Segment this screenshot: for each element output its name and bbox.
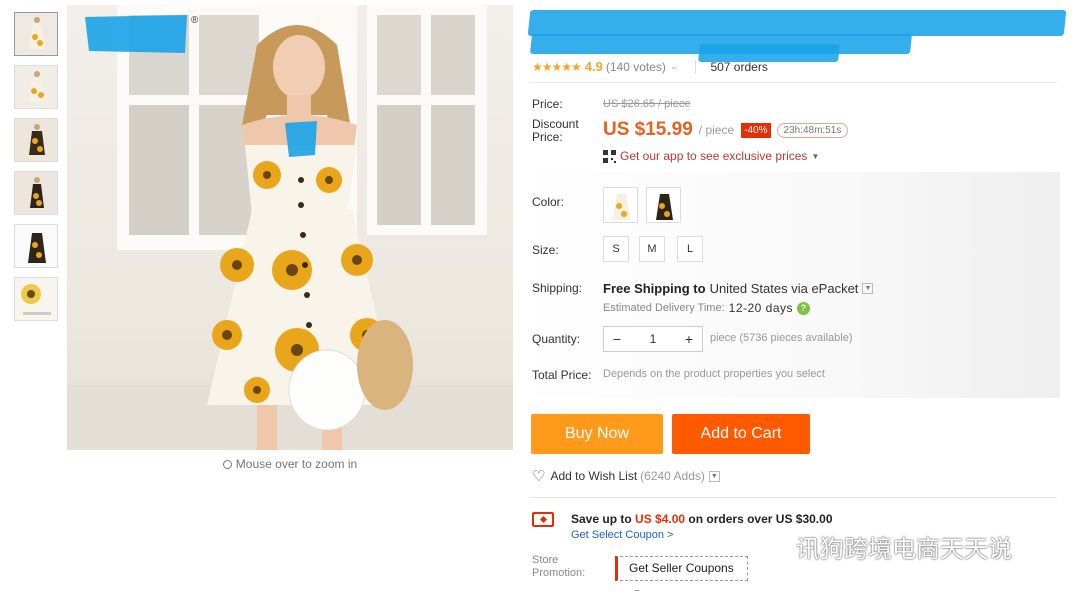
seller-coupon-label: Get Seller Coupons	[629, 561, 734, 575]
size-option-m[interactable]: M	[639, 236, 665, 262]
save-amount: US $4.00	[635, 512, 686, 526]
add-to-cart-button[interactable]: Add to Cart	[672, 414, 810, 454]
store-promotion-label: Store Promotion:	[532, 554, 586, 579]
quantity-label: Quantity:	[532, 332, 581, 346]
thumbnail-1[interactable]	[14, 12, 58, 56]
thumbnail-strip	[14, 12, 60, 330]
star-rating-icon: ★★★★★	[532, 59, 582, 74]
watermark: 讯狗跨境电商天天说	[752, 529, 1012, 564]
main-product-image[interactable]: ®	[67, 5, 513, 450]
decrease-button[interactable]: −	[604, 331, 630, 347]
color-swatch-black[interactable]	[646, 187, 681, 223]
thumbnail-3[interactable]	[14, 118, 58, 162]
quantity-input[interactable]: 1	[630, 332, 676, 346]
wishlist-count: (6240 Adds)	[640, 469, 705, 483]
magnifier-icon	[222, 460, 232, 469]
heart-icon: ♡	[532, 468, 546, 485]
shipping-selector[interactable]: Free Shipping to United States via ePack…	[603, 281, 874, 296]
size-option-s[interactable]: S	[603, 236, 629, 262]
product-details-panel: ★★★★★ 4.9 (140 votes) ⌄ 507 orders Price…	[515, 0, 1067, 591]
buy-now-button[interactable]: Buy Now	[531, 414, 663, 454]
thumbnail-4[interactable]	[14, 171, 58, 215]
estimate-label: Estimated Delivery Time:	[603, 302, 725, 314]
get-seller-coupons-button[interactable]: Get Seller Coupons ▼	[615, 556, 748, 591]
coupon-icon	[532, 512, 554, 527]
price-label: Price:	[532, 97, 563, 111]
votes-count[interactable]: (140 votes)	[606, 60, 666, 74]
wishlist-label: Add to Wish List	[550, 469, 638, 483]
zoom-hint-text: Mouse over to zoom in	[235, 457, 358, 471]
qr-code-icon	[603, 149, 616, 163]
shipping-label: Shipping:	[532, 281, 583, 295]
chevron-down-icon[interactable]: ▼	[708, 470, 720, 482]
thumbnail-6[interactable]	[14, 277, 58, 321]
app-promo-link[interactable]: Get our app to see exclusive prices ▼	[603, 149, 819, 163]
product-title-redacted	[527, 6, 1069, 62]
orders-count: 507 orders	[710, 59, 768, 74]
total-price-label: Total Price:	[532, 368, 592, 382]
svg-text:®: ®	[191, 15, 199, 26]
coupon-offer: Save up to US $4.00 on orders over US $3…	[571, 512, 833, 526]
add-to-wishlist[interactable]: ♡ Add to Wish List (6240 Adds) ▼	[532, 467, 720, 485]
total-price-note: Depends on the product properties you se…	[603, 368, 825, 380]
chevron-down-icon[interactable]: ▼	[862, 283, 874, 294]
rating-row: ★★★★★ 4.9 (140 votes) ⌄ 507 orders	[532, 59, 768, 74]
zoom-hint: Mouse over to zoom in	[67, 457, 513, 471]
divider	[529, 82, 1057, 83]
wechat-logo-icon	[752, 533, 790, 561]
discount-price: US $15.99	[603, 119, 693, 140]
watermark-text: 讯狗跨境电商天天说	[796, 535, 1012, 563]
size-option-l[interactable]: L	[677, 236, 703, 262]
rating-score: 4.9	[584, 59, 603, 74]
model-photo: ®	[67, 5, 513, 450]
get-select-coupon-link[interactable]: Get Select Coupon >	[571, 529, 673, 541]
delivery-estimate: Estimated Delivery Time: 12-20 days ?	[603, 301, 811, 315]
save-suffix: on orders over US $30.00	[688, 512, 833, 526]
discount-price-label: Discount Price:	[532, 117, 579, 144]
estimate-value: 12-20 days	[728, 301, 794, 315]
countdown-timer: 23h:48m:51s	[776, 122, 849, 138]
thumbnail-5[interactable]	[14, 224, 58, 268]
chevron-down-icon[interactable]: ⌄	[670, 61, 678, 72]
stock-available: piece (5736 pieces available)	[710, 332, 853, 344]
discount-price-row: US $15.99 / piece -40% 23h:48m:51s	[603, 119, 849, 141]
size-label: Size:	[532, 243, 559, 257]
app-promo-text: Get our app to see exclusive prices	[620, 149, 808, 163]
discount-badge: -40%	[741, 122, 771, 138]
divider	[695, 59, 697, 74]
thumbnail-2[interactable]	[14, 65, 58, 109]
caret-down-icon: ▼	[811, 151, 820, 161]
color-swatch-white[interactable]	[603, 187, 638, 223]
shipping-destination: United States via ePacket	[709, 281, 859, 296]
help-icon[interactable]: ?	[797, 301, 811, 315]
price-unit: / piece	[698, 123, 735, 137]
increase-button[interactable]: +	[676, 331, 702, 347]
divider	[529, 497, 1057, 498]
original-price: US $26.65 / piece	[603, 98, 691, 110]
color-label: Color:	[532, 195, 565, 209]
free-shipping-text: Free Shipping to	[603, 281, 706, 296]
quantity-stepper: − 1 +	[603, 326, 703, 352]
save-prefix: Save up to	[571, 512, 632, 526]
